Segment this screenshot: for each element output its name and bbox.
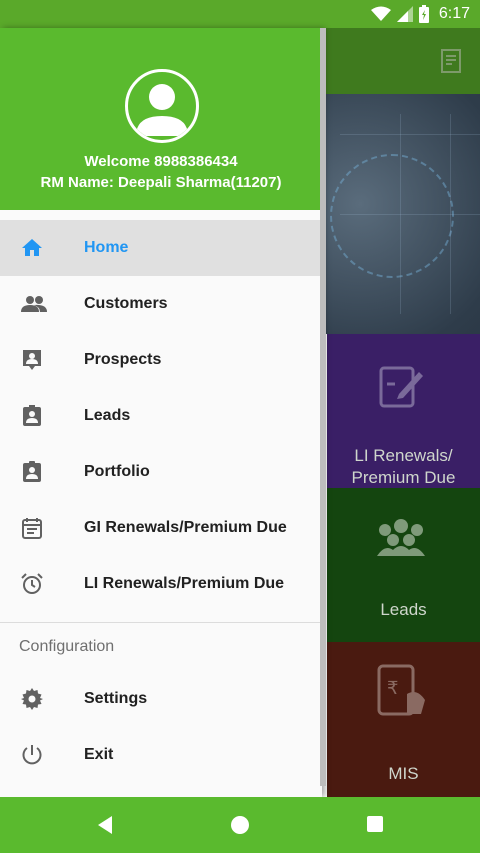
menu-item-home[interactable]: Home <box>0 220 322 276</box>
menu-item-label: Settings <box>84 690 148 707</box>
signal-icon <box>396 6 413 22</box>
menu-item-label: GI Renewals/Premium Due <box>84 519 287 536</box>
menu-item-label: Home <box>84 239 129 256</box>
menu-item-label: Leads <box>84 407 131 424</box>
system-nav-bar <box>0 797 480 853</box>
menu-item-portfolio[interactable]: Portfolio <box>0 444 322 500</box>
menu-item-leads[interactable]: Leads <box>0 388 322 444</box>
wifi-icon <box>370 6 391 22</box>
menu-item-prospects[interactable]: Prospects <box>0 332 322 388</box>
contact-mail-icon <box>20 348 44 372</box>
drawer-header: Welcome 8988386434 RM Name: Deepali Shar… <box>0 28 322 210</box>
rupee-tablet-icon: ₹ <box>377 664 429 723</box>
group-icon <box>373 516 429 565</box>
menu-item-exit[interactable]: Exit <box>0 727 322 783</box>
tile-label: MIS <box>388 764 419 783</box>
drawer-scrollbar[interactable] <box>320 28 326 786</box>
menu-item-label: LI Renewals/Premium Due <box>84 575 285 592</box>
menu-item-label: Customers <box>84 295 168 312</box>
back-icon[interactable] <box>96 815 114 840</box>
navigation-drawer: Welcome 8988386434 RM Name: Deepali Shar… <box>0 28 326 797</box>
person-icon <box>136 84 188 136</box>
portfolio-icon <box>20 460 44 484</box>
tile-label: Premium Due <box>351 468 456 487</box>
welcome-text: Welcome 8988386434 <box>84 153 238 170</box>
menu-item-label: Prospects <box>84 351 162 368</box>
avatar <box>125 69 199 143</box>
menu-item-label: Portfolio <box>84 463 150 480</box>
power-icon <box>20 743 44 767</box>
people-icon <box>20 292 47 316</box>
home-icon <box>20 236 44 260</box>
tile-label: LI Renewals/ <box>354 446 453 465</box>
globe-graphic <box>330 154 454 278</box>
drawer-menu: Home Customers Prospects Leads Portfolio <box>0 220 322 783</box>
svg-text:₹: ₹ <box>387 678 398 699</box>
menu-item-settings[interactable]: Settings <box>0 671 322 727</box>
tile-leads[interactable]: Leads <box>327 488 480 642</box>
menu-item-gi-renewals[interactable]: GI Renewals/Premium Due <box>0 500 322 556</box>
gear-icon <box>20 687 44 711</box>
tile-label: Leads <box>380 600 427 619</box>
alarm-icon <box>20 572 44 596</box>
menu-item-label: Exit <box>84 746 114 763</box>
status-bar: 6:17 <box>0 0 480 28</box>
battery-icon <box>418 5 429 23</box>
report-icon[interactable] <box>440 48 464 79</box>
menu-item-customers[interactable]: Customers <box>0 276 322 332</box>
tile-mis[interactable]: ₹ MIS <box>327 642 480 798</box>
recents-icon[interactable] <box>366 815 384 838</box>
section-title-configuration: Configuration <box>19 638 115 655</box>
menu-item-li-renewals[interactable]: LI Renewals/Premium Due <box>0 556 322 612</box>
clock: 6:17 <box>438 5 470 22</box>
tile-li-renewals[interactable]: LI Renewals/ Premium Due <box>327 334 480 488</box>
home-button-icon[interactable] <box>230 815 250 840</box>
rm-name: RM Name: Deepali Sharma(11207) <box>40 174 282 191</box>
edit-document-icon <box>379 366 425 415</box>
calendar-icon <box>20 516 44 540</box>
assignment-ind-icon <box>20 404 44 428</box>
